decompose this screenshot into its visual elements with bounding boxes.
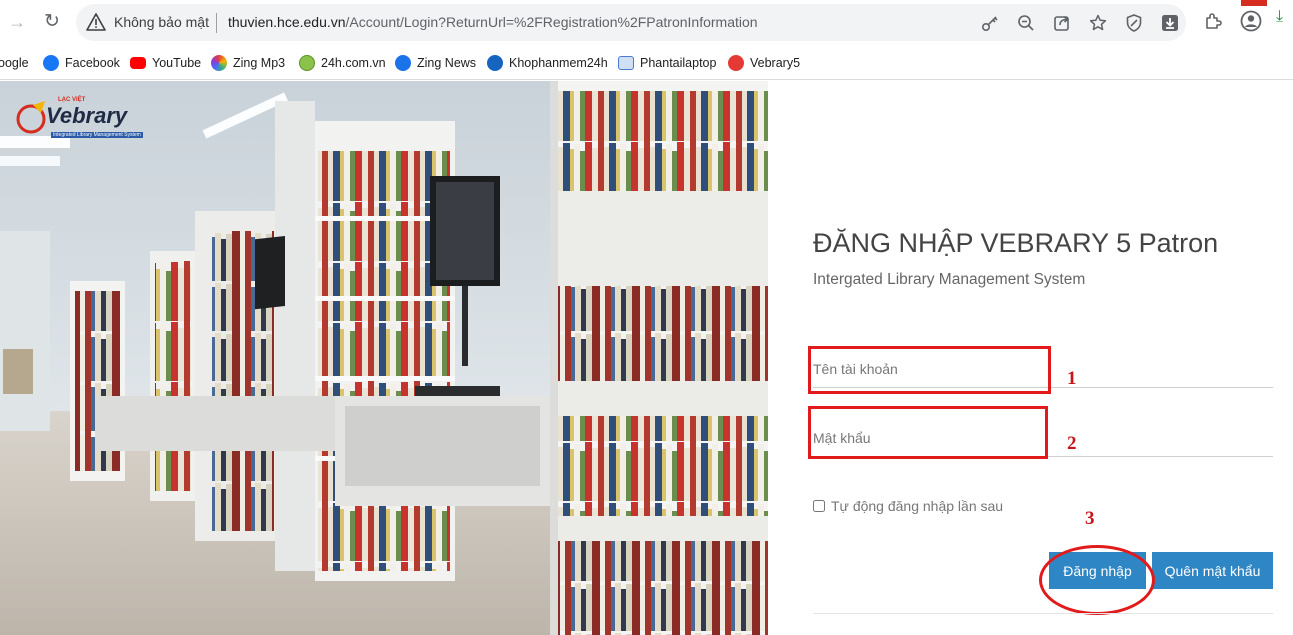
share-icon[interactable] bbox=[1052, 13, 1072, 33]
address-separator bbox=[216, 13, 217, 33]
browser-toolbar: → ↻ Không bảo mật thuvien.hce.edu.vn/Acc… bbox=[0, 0, 1293, 44]
bookmark-youtube[interactable]: YouTube bbox=[130, 55, 201, 71]
bookmark-label: 24h.com.vn bbox=[321, 56, 386, 70]
profile-icon[interactable] bbox=[1240, 10, 1262, 32]
forward-icon[interactable]: → bbox=[6, 11, 28, 33]
url-host: thuvien.hce.edu.vn bbox=[228, 14, 346, 30]
download-icon[interactable] bbox=[1160, 13, 1180, 33]
zingmp3-icon bbox=[211, 55, 227, 71]
phantailaptop-icon bbox=[618, 56, 634, 70]
facebook-icon bbox=[43, 55, 59, 71]
youtube-icon bbox=[130, 57, 146, 69]
bookmark-phantailaptop[interactable]: Phantailaptop bbox=[618, 55, 716, 71]
remember-checkbox[interactable] bbox=[813, 500, 825, 512]
shield-icon[interactable] bbox=[1124, 13, 1144, 33]
bookmark-label: Vebrary5 bbox=[750, 56, 801, 70]
bookmark-zingnews[interactable]: Zing News bbox=[395, 55, 476, 71]
star-icon[interactable] bbox=[1088, 13, 1108, 33]
annotation-step-1: 1 bbox=[1067, 368, 1077, 389]
library-illustration bbox=[0, 81, 768, 635]
bookmark-label: Khophanmem24h bbox=[509, 56, 608, 70]
security-label[interactable]: Không bảo mật bbox=[114, 14, 209, 30]
bookmark-24h[interactable]: 24h.com.vn bbox=[299, 55, 386, 71]
vebrary-logo: LẠC VIỆT Vebrary Integrated Library Mana… bbox=[15, 95, 143, 141]
zingnews-icon bbox=[395, 55, 411, 71]
zoom-out-icon[interactable] bbox=[1016, 13, 1036, 33]
forgot-password-button[interactable]: Quên mật khẩu bbox=[1152, 552, 1273, 589]
warning-icon[interactable] bbox=[86, 13, 106, 31]
flag-icon bbox=[1241, 0, 1267, 6]
bookmark-label: oogle bbox=[0, 56, 29, 70]
login-title: ĐĂNG NHẬP VEBRARY 5 Patron bbox=[813, 228, 1219, 258]
remember-label: Tự động đăng nhập lần sau bbox=[831, 498, 1004, 514]
username-input[interactable] bbox=[813, 351, 1273, 388]
url-text[interactable]: thuvien.hce.edu.vn/Account/Login?ReturnU… bbox=[228, 14, 758, 30]
login-subtitle: Intergated Library Management System bbox=[813, 271, 1086, 288]
download-progress-icon[interactable]: ⤓ bbox=[1276, 8, 1283, 26]
bookmark-label: Zing Mp3 bbox=[233, 56, 286, 70]
bookmark-label: Phantailaptop bbox=[640, 56, 717, 70]
extensions-icon[interactable] bbox=[1203, 11, 1223, 31]
login-button[interactable]: Đăng nhập bbox=[1049, 552, 1146, 589]
url-path: /Account/Login?ReturnUrl=%2FRegistration… bbox=[345, 14, 758, 30]
bookmark-vebrary5[interactable]: Vebrary5 bbox=[728, 55, 800, 71]
bookmark-label: YouTube bbox=[152, 56, 202, 70]
24h-icon bbox=[299, 55, 315, 71]
address-bar[interactable]: Không bảo mật thuvien.hce.edu.vn/Account… bbox=[76, 4, 1186, 41]
reload-icon[interactable]: ↻ bbox=[41, 11, 63, 33]
bookmark-khophanmem24h[interactable]: Khophanmem24h bbox=[487, 55, 608, 71]
logo-subtitle: Integrated Library Management System bbox=[51, 132, 143, 138]
bookmark-label: Zing News bbox=[417, 56, 477, 70]
bookmark-facebook[interactable]: Facebook bbox=[43, 55, 120, 71]
annotation-step-2: 2 bbox=[1067, 433, 1077, 454]
bookmarks-bar: oogle Facebook YouTube Zing Mp3 24h.com.… bbox=[0, 47, 1293, 80]
remember-me[interactable]: Tự động đăng nhập lần sau bbox=[813, 498, 1003, 514]
bookmark-zingmp3[interactable]: Zing Mp3 bbox=[211, 55, 285, 71]
annotation-step-3: 3 bbox=[1085, 508, 1095, 529]
key-icon[interactable] bbox=[980, 13, 1000, 33]
library-photo: LẠC VIỆT Vebrary Integrated Library Mana… bbox=[0, 81, 768, 635]
form-divider bbox=[813, 613, 1273, 614]
password-input[interactable] bbox=[813, 420, 1273, 457]
vebrary-icon bbox=[728, 55, 744, 71]
logo-brand: Vebrary bbox=[46, 103, 128, 128]
bookmark-label: Facebook bbox=[65, 56, 120, 70]
khophanmem-icon bbox=[487, 55, 503, 71]
bookmark-google[interactable]: oogle bbox=[0, 55, 29, 71]
